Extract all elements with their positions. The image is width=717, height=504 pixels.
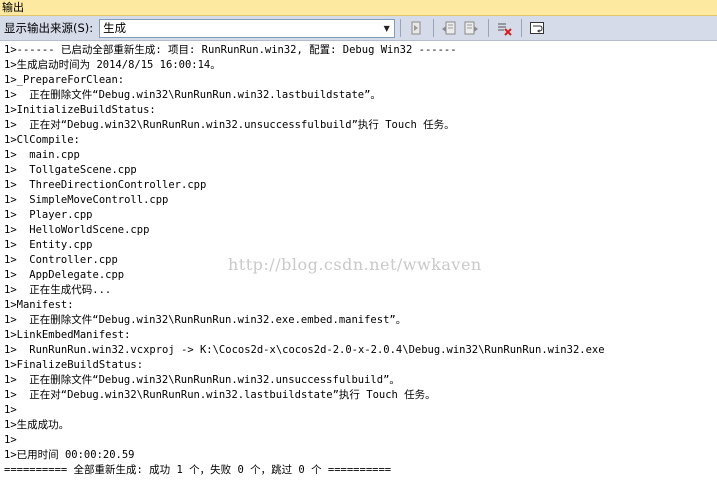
output-line: 1> Player.cpp <box>4 209 93 221</box>
chevron-down-icon[interactable]: ▼ <box>379 20 394 37</box>
output-window: 输出 显示输出来源(S): 生成 ▼ 1>------ 已启动全部重新生成: 项… <box>0 0 717 504</box>
output-line: 1>ClCompile: <box>4 134 80 146</box>
output-line: ========== 全部重新生成: 成功 1 个，失败 0 个，跳过 0 个 … <box>4 464 392 476</box>
output-line: 1> <box>4 434 17 446</box>
source-select-value: 生成 <box>103 21 127 35</box>
output-line: 1> TollgateScene.cpp <box>4 164 137 176</box>
goto-line-icon[interactable] <box>406 18 426 38</box>
output-line: 1>已用时间 00:00:20.59 <box>4 449 135 461</box>
toolbar-separator <box>400 19 402 37</box>
output-line: 1>LinkEmbedManifest: <box>4 329 131 341</box>
output-line: 1>_PrepareForClean: <box>4 74 125 86</box>
toolbar-separator <box>488 19 490 37</box>
output-line: 1> SimpleMoveControll.cpp <box>4 194 169 206</box>
clear-all-icon[interactable] <box>494 18 514 38</box>
output-line: 1> HelloWorldScene.cpp <box>4 224 150 236</box>
output-line: 1> 正在对“Debug.win32\RunRunRun.win32.unsuc… <box>4 119 455 131</box>
output-line: 1>------ 已启动全部重新生成: 项目: RunRunRun.win32,… <box>4 44 457 56</box>
next-message-icon[interactable] <box>461 18 481 38</box>
output-line: 1> ThreeDirectionController.cpp <box>4 179 207 191</box>
output-line: 1> 正在对“Debug.win32\RunRunRun.win32.lastb… <box>4 389 436 401</box>
word-wrap-icon[interactable] <box>527 18 547 38</box>
output-toolbar: 显示输出来源(S): 生成 ▼ <box>0 16 717 41</box>
output-line: 1>生成成功。 <box>4 419 70 431</box>
output-line: 1> <box>4 404 17 416</box>
output-line: 1> RunRunRun.win32.vcxproj -> K:\Cocos2d… <box>4 344 605 356</box>
watermark-url: http://blog.csdn.net/wwkaven <box>228 255 482 274</box>
toolbar-separator <box>433 19 435 37</box>
output-line: 1> 正在删除文件“Debug.win32\RunRunRun.win32.un… <box>4 374 400 386</box>
toolbar-separator <box>521 19 523 37</box>
output-line: 1>Manifest: <box>4 299 74 311</box>
output-line: 1>InitializeBuildStatus: <box>4 104 156 116</box>
output-line: 1>生成启动时间为 2014/8/15 16:00:14。 <box>4 59 221 71</box>
source-select[interactable]: 生成 ▼ <box>99 18 396 38</box>
output-line: 1> Entity.cpp <box>4 239 93 251</box>
source-label: 显示输出来源(S): <box>4 21 94 35</box>
output-line: 1>FinalizeBuildStatus: <box>4 359 144 371</box>
prev-message-icon[interactable] <box>439 18 459 38</box>
output-line: 1> main.cpp <box>4 149 80 161</box>
window-title: 输出 <box>0 0 717 16</box>
output-line: 1> 正在删除文件“Debug.win32\RunRunRun.win32.la… <box>4 89 381 101</box>
output-line: 1> 正在删除文件“Debug.win32\RunRunRun.win32.ex… <box>4 314 407 326</box>
output-line: 1> 正在生成代码... <box>4 284 112 296</box>
